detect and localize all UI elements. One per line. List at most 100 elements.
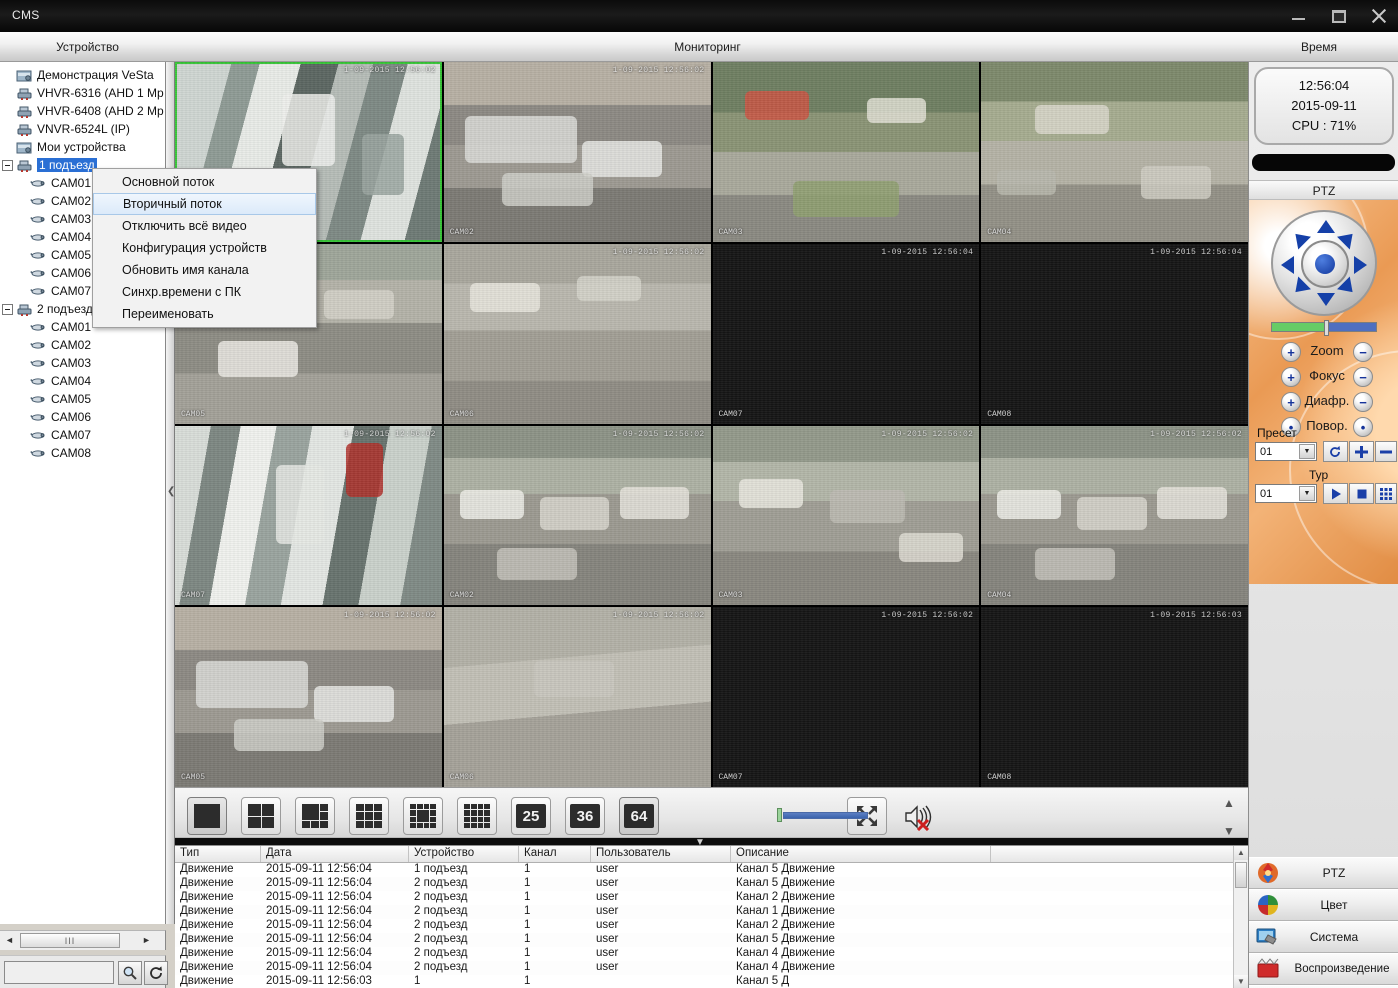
video-cell[interactable]: 1-09-2015 12:56:02CAM02 [444,426,711,606]
log-column-header[interactable]: Канал [519,846,591,862]
context-menu-item[interactable]: Конфигурация устройств [93,237,316,259]
ptz-joystick[interactable] [1271,210,1377,316]
iris-decrease-button[interactable]: − [1353,392,1373,412]
tree-item-device[interactable]: VNVR-6524L (IP) [2,120,165,138]
context-menu-item[interactable]: Вторичный поток [93,193,316,215]
layout-6-button[interactable] [295,797,335,835]
layout-9-button[interactable] [349,797,389,835]
ptz-down-arrow-icon[interactable] [1317,293,1335,306]
iris-increase-button[interactable]: + [1281,392,1301,412]
tree-item-channel[interactable]: CAM02 [2,336,165,354]
tree-item-channel[interactable]: CAM03 [2,354,165,372]
video-cell[interactable]: 1-09-2015 12:56:02CAM02 [444,62,711,242]
tree-expander-icon[interactable] [2,160,13,171]
video-cell[interactable]: 1-09-2015 12:56:02CAM07 [175,426,442,606]
log-row[interactable]: Движение2015-09-11 12:56:042 подъезд1use… [175,933,1248,947]
tree-expander-icon[interactable] [2,304,13,315]
function-button-система[interactable]: Система [1249,921,1398,953]
context-menu[interactable]: Основной потокВторичный потокОтключить в… [92,168,317,328]
log-column-header[interactable]: Пользователь [591,846,731,862]
log-column-header[interactable]: Тип [175,846,261,862]
tree-item-channel[interactable]: CAM06 [2,408,165,426]
video-cell[interactable]: 1-09-2015 12:56:02CAM04 [981,426,1248,606]
tree-item-group[interactable]: Демонстрация VeSta [2,66,165,84]
log-rows[interactable]: Движение2015-09-11 12:56:041 подъезд1use… [175,863,1248,988]
layout-25-button[interactable]: 25 [511,797,551,835]
log-row[interactable]: Движение2015-09-11 12:56:042 подъезд1use… [175,919,1248,933]
scroll-left-arrow-icon[interactable]: ◄ [3,934,16,947]
volume-thumb[interactable] [777,808,782,822]
splitter-grip-icon[interactable]: ❮ [167,462,174,522]
log-row[interactable]: Движение2015-09-11 12:56:0311Канал 5 Д [175,975,1248,988]
chevron-down-icon[interactable]: ▼ [1299,444,1315,459]
log-scroll-down-icon[interactable]: ▼ [1234,975,1248,988]
zoom-decrease-button[interactable]: − [1353,342,1373,362]
video-cell[interactable]: 1-09-2015 12:56:02CAM06 [444,607,711,787]
layout-36-button[interactable]: 36 [565,797,605,835]
ptz-right-arrow-icon[interactable] [1354,256,1367,274]
log-row[interactable]: Движение2015-09-11 12:56:041 подъезд1use… [175,863,1248,877]
context-menu-item[interactable]: Отключить всё видео [93,215,316,237]
zoom-increase-button[interactable]: + [1281,342,1301,362]
tour-grid-button[interactable] [1375,483,1397,504]
video-cell[interactable]: CAM04 [981,62,1248,242]
tour-play-button[interactable] [1323,483,1348,504]
video-grid[interactable]: 1-09-2015 12:56:021-09-2015 12:56:02CAM0… [175,62,1248,787]
ptz-left-arrow-icon[interactable] [1281,256,1294,274]
tour-stop-button[interactable] [1349,483,1374,504]
log-scroll-thumb[interactable] [1235,862,1247,888]
volume-slider[interactable] [775,808,868,822]
chevron-down-icon[interactable]: ▼ [1299,486,1315,501]
preset-refresh-button[interactable] [1323,441,1348,462]
search-button[interactable] [118,961,142,985]
ptz-up-arrow-icon[interactable] [1317,220,1335,233]
log-scroll-up-icon[interactable]: ▲ [1234,846,1248,860]
log-row[interactable]: Движение2015-09-11 12:56:042 подъезд1use… [175,891,1248,905]
video-cell[interactable]: 1-09-2015 12:56:02CAM03 [713,426,980,606]
preset-select[interactable]: 01 ▼ [1255,442,1317,461]
tree-item-channel[interactable]: CAM04 [2,372,165,390]
search-input[interactable] [4,961,114,984]
log-header-row[interactable]: ТипДатаУстройствоКаналПользовательОписан… [175,846,1248,863]
close-button[interactable] [1368,5,1390,27]
tree-item-channel[interactable]: CAM08 [2,444,165,462]
preset-remove-button[interactable] [1375,441,1397,462]
video-cell[interactable]: 1-09-2015 12:56:04CAM08 [981,244,1248,424]
sidebar-horizontal-scrollbar[interactable]: ◄ III ► [0,930,166,950]
tab-time[interactable]: Время [1240,32,1398,62]
video-cell[interactable]: 1-09-2015 12:56:04CAM07 [713,244,980,424]
scroll-right-arrow-icon[interactable]: ► [140,934,153,947]
focus-decrease-button[interactable]: − [1353,367,1373,387]
mute-button[interactable] [903,803,935,831]
log-column-header[interactable]: Дата [261,846,409,862]
video-cell[interactable]: 1-09-2015 12:56:02CAM05 [175,607,442,787]
volume-track[interactable] [783,812,868,819]
context-menu-item[interactable]: Обновить имя канала [93,259,316,281]
tour-select[interactable]: 01 ▼ [1255,484,1317,503]
log-pager[interactable]: ▲ ▼ [1218,796,1240,838]
log-row[interactable]: Движение2015-09-11 12:56:042 подъезд1use… [175,947,1248,961]
pager-up-icon[interactable]: ▲ [1223,796,1235,810]
tree-item-channel[interactable]: CAM05 [2,390,165,408]
context-menu-item[interactable]: Основной поток [93,171,316,193]
tree-item-group[interactable]: Мои устройства [2,138,165,156]
video-cell[interactable]: CAM03 [713,62,980,242]
layout-1-button[interactable] [187,797,227,835]
ptz-center-button[interactable] [1315,254,1335,274]
layout-4-button[interactable] [241,797,281,835]
video-cell[interactable]: 1-09-2015 12:56:02CAM07 [713,607,980,787]
log-row[interactable]: Движение2015-09-11 12:56:042 подъезд1use… [175,961,1248,975]
tab-device[interactable]: Устройство [0,32,175,62]
speed-knob[interactable] [1324,320,1329,336]
function-button-воспроизведение[interactable]: Воспроизведение [1249,953,1398,985]
layout-13-button[interactable] [403,797,443,835]
function-button-ptz[interactable]: PTZ [1249,857,1398,889]
ptz-speed-slider[interactable] [1271,322,1377,332]
log-row[interactable]: Движение2015-09-11 12:56:042 подъезд1use… [175,877,1248,891]
log-column-header[interactable]: Описание [731,846,991,862]
tree-item-device[interactable]: VHVR-6408 (AHD 2 Mp [2,102,165,120]
tab-monitoring[interactable]: Мониторинг [175,32,1240,62]
scrollbar-thumb[interactable]: III [20,933,120,948]
log-row[interactable]: Движение2015-09-11 12:56:042 подъезд1use… [175,905,1248,919]
pager-down-icon[interactable]: ▼ [1223,824,1235,838]
